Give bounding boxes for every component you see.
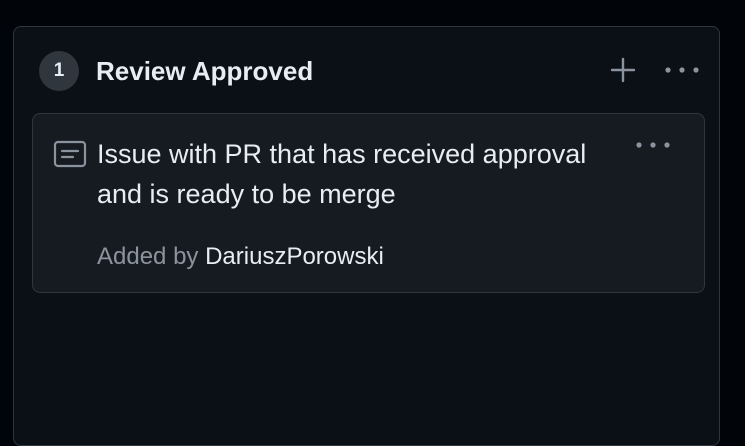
column-options-button[interactable]	[660, 53, 704, 87]
card-options-button[interactable]	[629, 128, 677, 162]
card-metadata: Added by DariuszPorowski	[97, 242, 384, 272]
board-card[interactable]: Issue with PR that has received approval…	[32, 113, 705, 293]
add-item-button[interactable]	[606, 53, 640, 87]
item-count-badge: 1	[39, 51, 79, 91]
kebab-horizontal-icon	[665, 67, 699, 73]
added-by-label: Added by	[97, 243, 199, 270]
draft-issue-icon	[53, 140, 87, 168]
column-header: 1 Review Approved	[14, 27, 719, 115]
column-title: Review Approved	[96, 56, 314, 86]
author-link[interactable]: DariuszPorowski	[205, 243, 384, 270]
board-column: 1 Review Approved Issue with PR that has…	[13, 26, 720, 446]
card-title[interactable]: Issue with PR that has received approval…	[97, 134, 627, 214]
kebab-horizontal-icon	[636, 142, 670, 148]
plus-icon	[610, 57, 636, 83]
